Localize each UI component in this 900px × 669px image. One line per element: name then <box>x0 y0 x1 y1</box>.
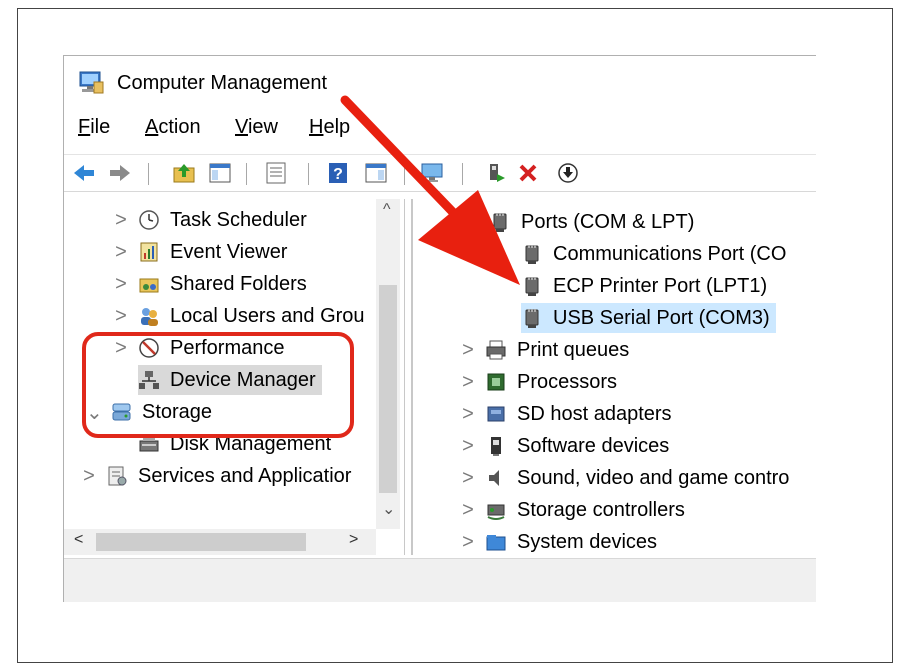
menu-action[interactable]: Action <box>145 116 201 139</box>
system-devices-icon <box>485 531 507 553</box>
expand-chevron-icon[interactable]: > <box>114 209 128 232</box>
properties-icon[interactable] <box>264 161 288 185</box>
expand-chevron-icon[interactable]: > <box>461 467 475 490</box>
left-vertical-scrollbar[interactable]: ^ ⌄ <box>376 199 400 529</box>
expand-chevron-icon[interactable]: > <box>461 371 475 394</box>
menu-view[interactable]: View <box>235 116 278 139</box>
action-pane-icon[interactable] <box>364 161 388 185</box>
software-device-icon <box>485 435 507 457</box>
window-title: Computer Management <box>117 72 328 94</box>
port-icon <box>489 211 511 233</box>
svg-text:?: ? <box>333 166 343 183</box>
device-item-ports-com-lpt[interactable]: Ports (COM & LPT) <box>489 207 694 237</box>
sd-adapter-icon <box>485 403 507 425</box>
device-item-label: SD host adapters <box>517 402 672 425</box>
scroll-left-arrow[interactable]: < <box>74 531 83 549</box>
port-icon <box>521 307 543 329</box>
status-bar <box>64 558 816 602</box>
device-item-label: Software devices <box>517 434 670 457</box>
device-item-usb-serial-port-com3[interactable]: USB Serial Port (COM3) <box>521 303 776 333</box>
tree-item-task-scheduler[interactable]: > Task Scheduler <box>114 205 307 235</box>
tree-item-label: Shared Folders <box>170 272 307 295</box>
tree-item-label: Local Users and Grou <box>170 304 365 327</box>
device-item-ecp-printer-port-lpt1[interactable]: ECP Printer Port (LPT1) <box>521 271 767 301</box>
device-item-system-devices[interactable]: > System devices <box>461 527 657 555</box>
device-item-label: Sound, video and game contro <box>517 466 790 489</box>
expand-chevron-icon[interactable]: > <box>114 305 128 328</box>
tree-item-label: Event Viewer <box>170 240 288 263</box>
update-driver-icon[interactable] <box>556 161 580 185</box>
menu-help[interactable]: Help <box>309 116 350 139</box>
expand-chevron-icon[interactable]: > <box>114 241 128 264</box>
expand-chevron-icon[interactable]: > <box>461 499 475 522</box>
toolbar-separator <box>148 163 149 185</box>
tree-item-shared-folders[interactable]: > Shared Folders <box>114 269 307 299</box>
device-item-storage-controllers[interactable]: > Storage controllers <box>461 495 685 525</box>
device-item-label: Print queues <box>517 338 630 361</box>
left-horizontal-scrollbar[interactable]: < > <box>64 529 376 555</box>
computer-management-icon <box>77 70 105 101</box>
device-item-communications-port-co[interactable]: Communications Port (CO <box>521 239 786 269</box>
device-item-label: Communications Port (CO <box>553 242 787 265</box>
sound-icon <box>485 467 507 489</box>
computer-management-window: Computer Management File Action View Help ?… <box>63 55 816 602</box>
scroll-down-arrow[interactable]: ⌄ <box>382 499 395 519</box>
back-icon[interactable] <box>72 161 96 185</box>
tree-item-label: Task Scheduler <box>170 208 307 231</box>
annotation-highlight-box <box>82 332 354 438</box>
scroll-thumb[interactable] <box>96 533 306 551</box>
scroll-right-arrow[interactable]: > <box>349 531 358 549</box>
enable-device-icon[interactable] <box>484 161 508 185</box>
tree-item-event-viewer[interactable]: > Event Viewer <box>114 237 287 267</box>
tree-item-local-users-and-grou[interactable]: > Local Users and Grou <box>114 301 365 331</box>
device-item-sd-host-adapters[interactable]: > SD host adapters <box>461 399 672 429</box>
device-item-label: ECP Printer Port (LPT1) <box>553 274 768 297</box>
toolbar-separator <box>246 163 247 185</box>
show-hide-tree-icon[interactable] <box>208 161 232 185</box>
expand-chevron-icon[interactable]: > <box>461 403 475 426</box>
uninstall-icon[interactable] <box>516 161 540 185</box>
toolbar-separator <box>462 163 463 185</box>
tree-item-services-and-applicatior[interactable]: > Services and Applicatior <box>82 461 351 491</box>
storage-controller-icon <box>485 499 507 521</box>
device-item-label: Storage controllers <box>517 498 685 521</box>
port-icon <box>521 243 543 265</box>
device-item-label: Processors <box>517 370 618 393</box>
expand-chevron-icon[interactable]: > <box>82 465 96 488</box>
forward-icon[interactable] <box>108 161 132 185</box>
processor-icon <box>485 371 507 393</box>
toolbar-separator <box>404 163 405 185</box>
tree-item-label: Services and Applicatior <box>138 464 352 487</box>
up-folder-icon[interactable] <box>172 161 196 185</box>
device-tree-pane: Ports (COM & LPT) Communications Port (CO… <box>411 199 816 555</box>
help-icon[interactable]: ? <box>326 161 350 185</box>
device-item-label: System devices <box>517 530 658 553</box>
printer-icon <box>485 339 507 361</box>
menu-file[interactable]: File <box>78 116 110 139</box>
device-item-print-queues[interactable]: > Print queues <box>461 335 629 365</box>
toolbar: ? <box>64 154 816 192</box>
title-bar: Computer Management <box>64 64 816 100</box>
toolbar-separator <box>308 163 309 185</box>
task-scheduler-icon <box>138 209 160 231</box>
expand-chevron-icon[interactable]: > <box>114 273 128 296</box>
services-icon <box>106 465 128 487</box>
local-users-icon <box>138 305 160 327</box>
expand-chevron-icon[interactable]: > <box>461 531 475 554</box>
scroll-thumb[interactable] <box>379 285 397 493</box>
device-item-sound-video-and-game-contro[interactable]: > Sound, video and game contro <box>461 463 789 493</box>
device-item-processors[interactable]: > Processors <box>461 367 617 397</box>
device-item-software-devices[interactable]: > Software devices <box>461 431 669 461</box>
menu-bar: File Action View Help <box>64 116 816 146</box>
event-viewer-icon <box>138 241 160 263</box>
scroll-up-arrow[interactable]: ^ <box>383 201 391 219</box>
shared-folders-icon <box>138 273 160 295</box>
expand-chevron-icon[interactable]: > <box>461 435 475 458</box>
port-icon <box>521 275 543 297</box>
expand-chevron-icon[interactable]: > <box>461 339 475 362</box>
monitor-icon[interactable] <box>420 161 444 185</box>
device-item-label: USB Serial Port (COM3) <box>553 306 770 329</box>
device-item-label: Ports (COM & LPT) <box>521 210 695 233</box>
